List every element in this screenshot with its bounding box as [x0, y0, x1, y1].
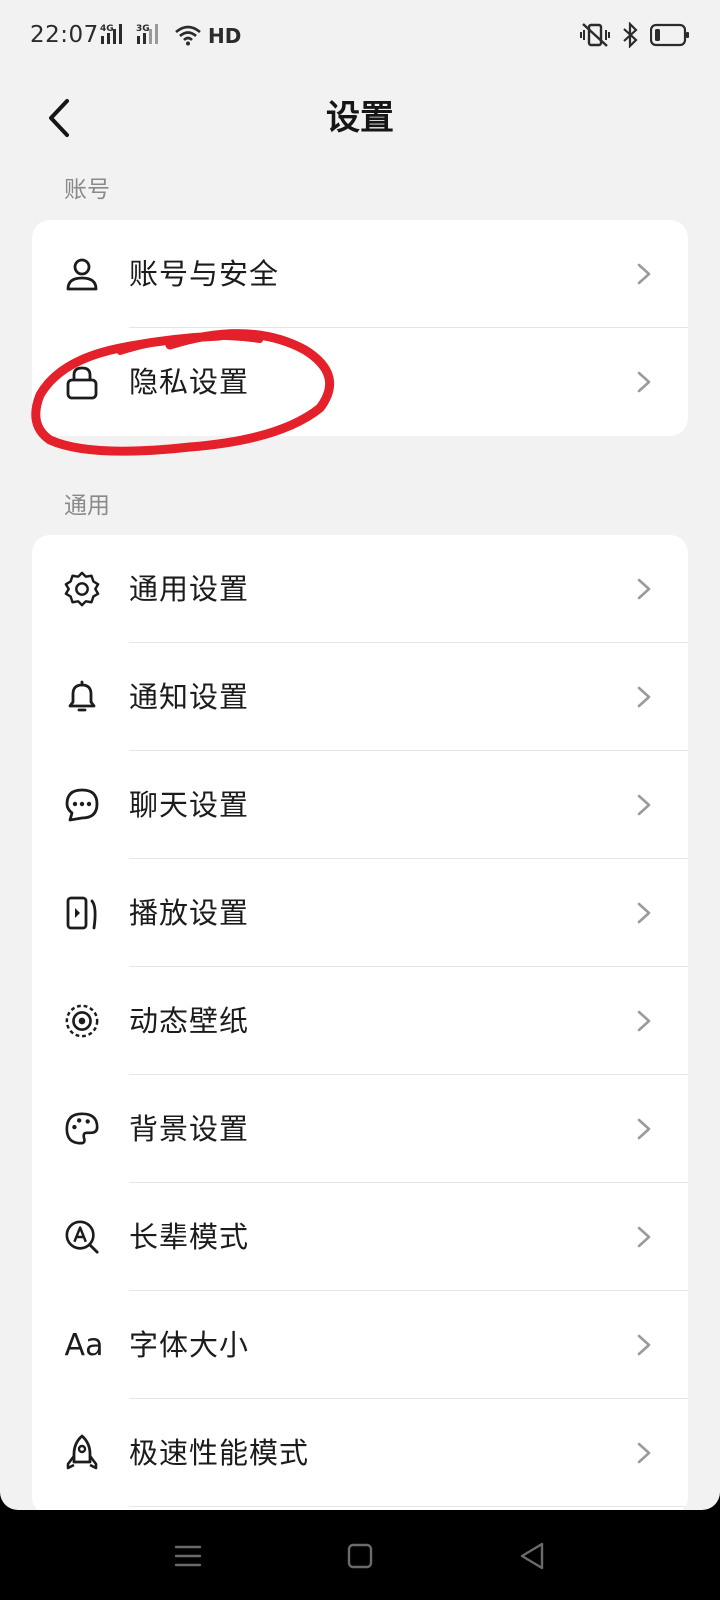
divider — [129, 1506, 688, 1507]
row-notification-settings[interactable]: 通知设置 — [32, 643, 688, 751]
page-title: 设置 — [326, 98, 394, 138]
menu-icon — [174, 1545, 202, 1567]
row-playback-settings[interactable]: 播放设置 — [32, 859, 688, 967]
hd-indicator: HD — [208, 24, 242, 48]
row-chat-settings[interactable]: 聊天设置 — [32, 751, 688, 859]
elder-mode-icon — [64, 1219, 100, 1255]
row-label: 账号与安全 — [129, 257, 280, 291]
chevron-right-icon — [637, 1010, 651, 1032]
row-label: 动态壁纸 — [129, 1004, 250, 1038]
row-elder-mode[interactable]: 长辈模式 — [32, 1183, 688, 1291]
chevron-right-icon — [637, 1442, 651, 1464]
row-label: 字体大小 — [129, 1328, 250, 1362]
settings-screen: 22:07 4G 3G HD 设置 账号 账号与安全 隐私设置 通用 通用设置 … — [0, 0, 720, 1510]
palette-icon — [64, 1111, 100, 1147]
top-app-bar: 设置 — [0, 72, 720, 168]
back-nav-button[interactable] — [512, 1536, 552, 1576]
svg-text:4G: 4G — [100, 24, 114, 34]
chevron-right-icon — [637, 1118, 651, 1140]
row-label: 通用设置 — [129, 572, 250, 606]
row-privacy-settings[interactable]: 隐私设置 — [32, 328, 688, 436]
row-background-settings[interactable]: 背景设置 — [32, 1075, 688, 1183]
row-label: 背景设置 — [129, 1112, 250, 1146]
vibrate-mute-icon — [580, 22, 610, 52]
chevron-right-icon — [637, 578, 651, 600]
bluetooth-icon — [622, 21, 638, 52]
row-label: 播放设置 — [129, 896, 250, 930]
row-general-settings[interactable]: 通用设置 — [32, 535, 688, 643]
lock-icon — [64, 364, 100, 400]
rocket-icon — [64, 1434, 100, 1471]
system-navigation-bar — [0, 1510, 720, 1600]
back-triangle-icon — [520, 1542, 544, 1570]
status-bar: 22:07 4G 3G HD — [0, 0, 720, 72]
battery-icon — [649, 23, 690, 51]
gear-icon — [64, 571, 100, 607]
home-nav-button[interactable] — [340, 1536, 380, 1576]
menu-nav-button[interactable] — [168, 1536, 208, 1576]
chevron-right-icon — [637, 1334, 651, 1356]
row-label: 长辈模式 — [129, 1220, 250, 1254]
play-phone-icon — [64, 895, 100, 931]
chevron-right-icon — [637, 686, 651, 708]
row-label: 隐私设置 — [129, 365, 250, 399]
row-turbo-performance-mode[interactable]: 极速性能模式 — [32, 1399, 688, 1507]
general-card: 通用设置 通知设置 聊天设置 播放设置 动态壁纸 背景设置 长辈模式 Aa 字体… — [32, 535, 688, 1510]
row-account-security[interactable]: 账号与安全 — [32, 220, 688, 328]
chevron-right-icon — [637, 263, 651, 285]
wifi-icon — [174, 24, 202, 50]
account-card: 账号与安全 隐私设置 — [32, 220, 688, 436]
status-right-icons — [580, 21, 690, 52]
row-font-size[interactable]: Aa 字体大小 — [32, 1291, 688, 1399]
bell-icon — [64, 679, 100, 715]
chevron-right-icon — [637, 794, 651, 816]
status-time: 22:07 — [30, 22, 99, 48]
home-square-icon — [347, 1543, 373, 1569]
chevron-right-icon — [637, 371, 651, 393]
row-label: 聊天设置 — [129, 788, 250, 822]
chevron-right-icon — [637, 902, 651, 924]
chevron-right-icon — [637, 1226, 651, 1248]
row-label: 极速性能模式 — [129, 1436, 310, 1470]
svg-text:3G: 3G — [136, 24, 150, 34]
person-icon — [64, 256, 100, 292]
signal-3g-icon: 3G — [136, 22, 166, 50]
chat-bubble-icon — [64, 787, 100, 823]
row-live-wallpaper[interactable]: 动态壁纸 — [32, 967, 688, 1075]
font-size-icon: Aa — [64, 1327, 104, 1363]
row-label: 通知设置 — [129, 680, 250, 714]
signal-4g-icon: 4G — [100, 22, 130, 50]
section-label-account: 账号 — [64, 177, 110, 203]
section-label-general: 通用 — [64, 493, 110, 519]
live-wallpaper-icon — [64, 1003, 100, 1039]
